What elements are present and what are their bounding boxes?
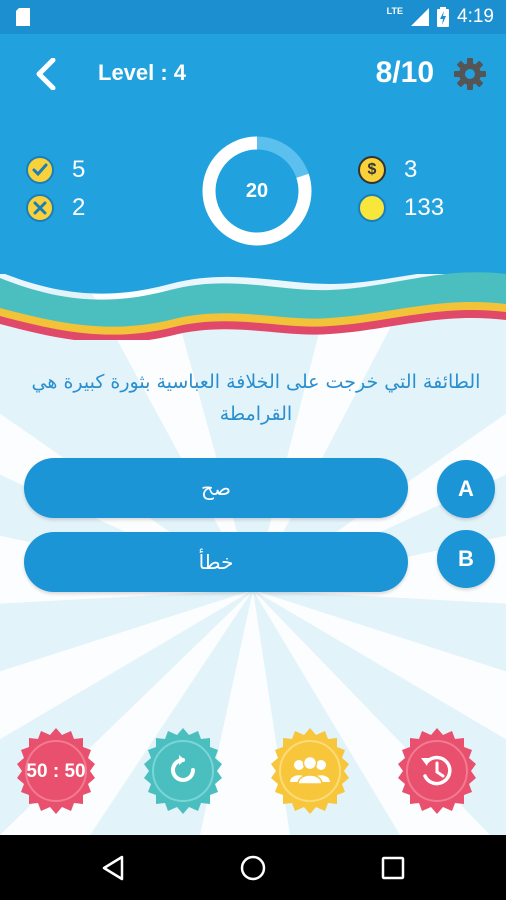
nav-recents-button[interactable] bbox=[376, 851, 410, 885]
answer-a-letter[interactable]: A bbox=[437, 460, 495, 518]
network-label: LTE bbox=[386, 6, 404, 16]
system-nav-bar bbox=[0, 835, 506, 900]
dollar-coins: $ 3 bbox=[358, 156, 417, 184]
fifty-fifty-label: 50 : 50 bbox=[26, 761, 86, 782]
dollar-coin-icon: $ bbox=[358, 156, 386, 184]
answer-b-button[interactable]: خطأ bbox=[24, 532, 408, 592]
sd-card-icon bbox=[16, 8, 30, 30]
dollar-coins-value: 3 bbox=[404, 156, 418, 183]
nav-home-icon bbox=[240, 855, 266, 881]
extra-time-button[interactable] bbox=[391, 726, 483, 818]
settings-button[interactable] bbox=[452, 56, 488, 92]
question-text: الطائفة التي خرجت على الخلافة العباسية ب… bbox=[31, 371, 481, 425]
total-coins: 133 bbox=[358, 194, 444, 222]
answer-b-letter[interactable]: B bbox=[437, 530, 495, 588]
question-progress: 8/10 bbox=[375, 56, 434, 89]
correct-count: 5 bbox=[26, 156, 85, 184]
cross-icon bbox=[26, 194, 54, 222]
wrong-count: 2 bbox=[26, 194, 85, 222]
wrong-value: 2 bbox=[72, 194, 86, 221]
wave-divider bbox=[0, 250, 506, 340]
nav-back-icon bbox=[102, 855, 124, 881]
clock: 4:19 bbox=[457, 6, 494, 27]
checkmark-icon bbox=[26, 156, 54, 184]
skip-question-button[interactable] bbox=[137, 726, 229, 818]
back-button[interactable] bbox=[28, 56, 64, 92]
battery-charging-icon bbox=[437, 7, 450, 27]
signal-icon bbox=[411, 8, 430, 26]
timer-value: 20 bbox=[245, 179, 269, 202]
gear-icon bbox=[454, 58, 486, 90]
back-arrow-icon bbox=[36, 58, 56, 90]
top-bar: Level : 4 8/10 bbox=[0, 34, 506, 114]
audience-help-button[interactable] bbox=[264, 726, 356, 818]
fifty-fifty-button[interactable]: 50 : 50 bbox=[10, 726, 102, 818]
clock-rewind-icon bbox=[421, 755, 452, 786]
status-bar: LTE 4:19 bbox=[0, 0, 506, 34]
nav-back-button[interactable] bbox=[96, 851, 130, 885]
coin-icon bbox=[358, 194, 386, 222]
nav-home-button[interactable] bbox=[236, 851, 270, 885]
total-coins-value: 133 bbox=[404, 194, 445, 221]
correct-value: 5 bbox=[72, 156, 86, 183]
nav-recents-icon bbox=[381, 856, 405, 880]
level-label: Level : 4 bbox=[98, 60, 187, 85]
refresh-icon bbox=[171, 755, 195, 782]
audience-icon bbox=[290, 755, 330, 785]
answer-a-button[interactable]: صح bbox=[24, 458, 408, 518]
